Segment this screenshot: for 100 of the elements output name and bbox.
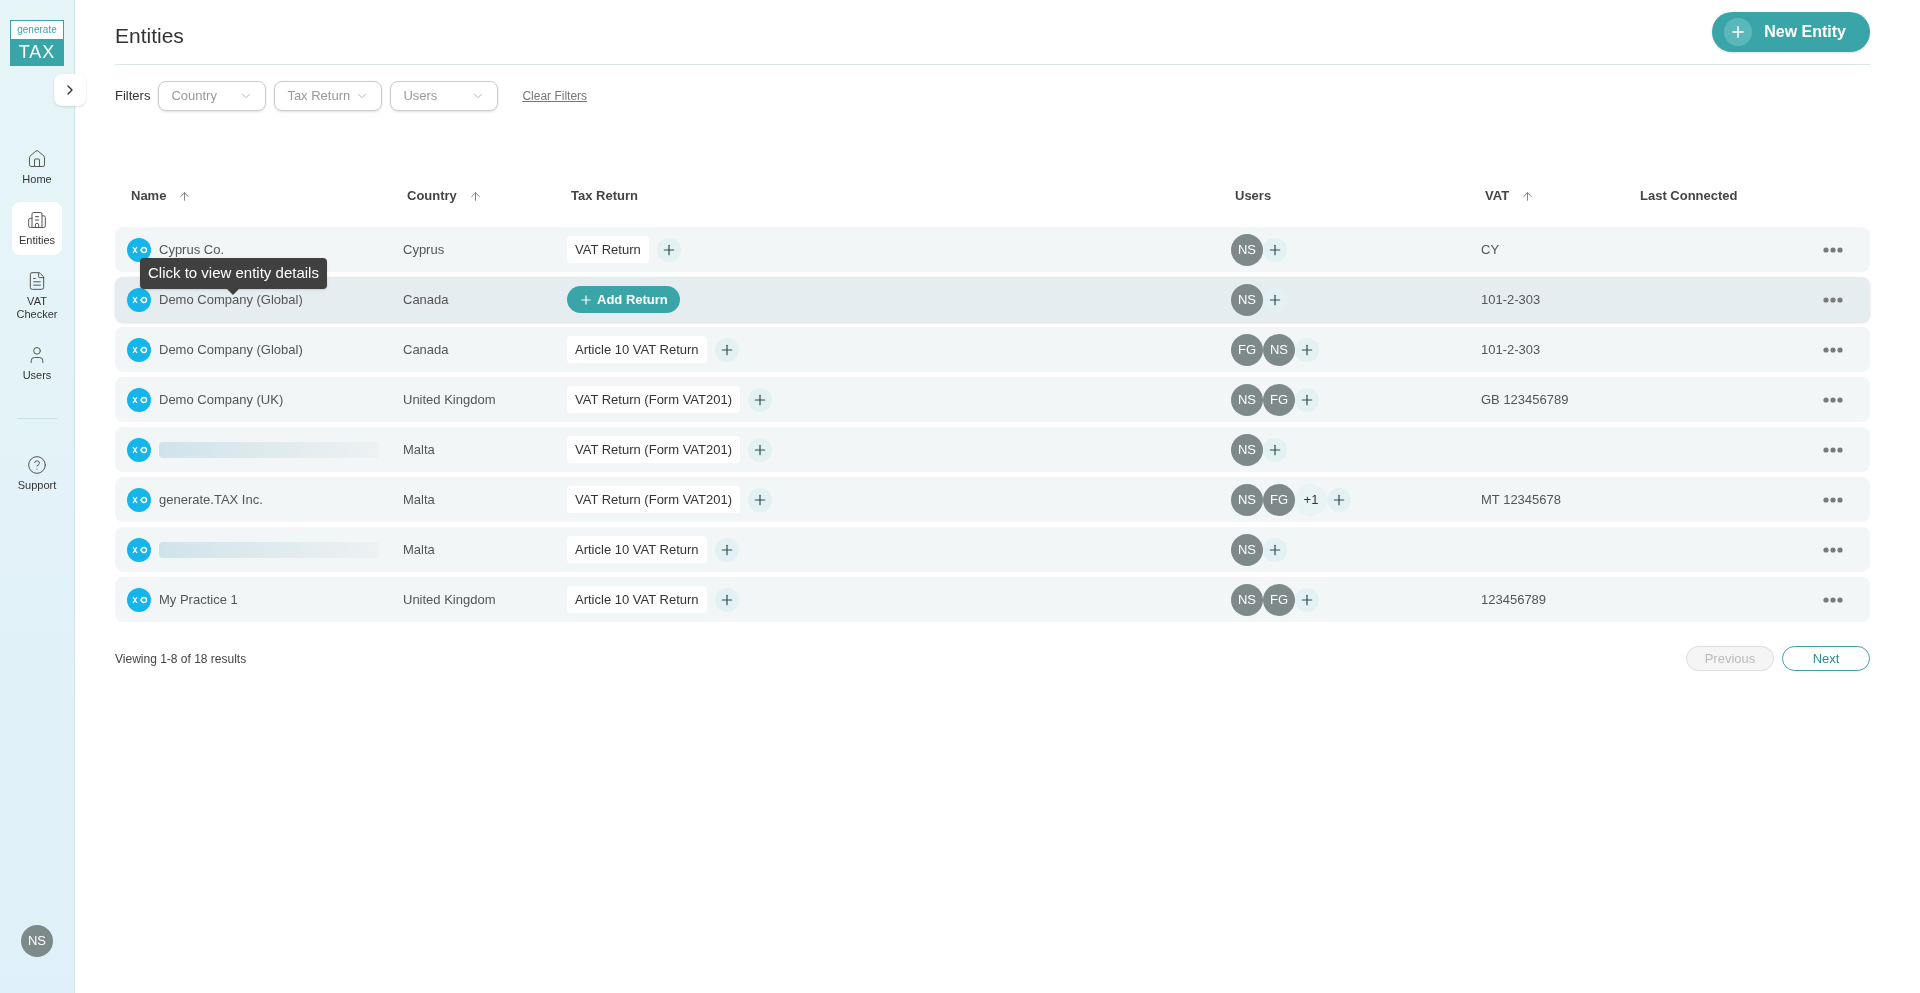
add-user-button[interactable] [1295,587,1319,612]
tax-return-tag[interactable]: VAT Return [567,235,649,264]
country-cell-text: United Kingdom [403,390,497,409]
tax-return-tag[interactable]: VAT Return (Form VAT201) [567,485,740,514]
ellipsis-icon [1823,246,1843,253]
table-row[interactable]: generate.TAX Inc. Malta VAT Return (Form VAT201) NS FG +1 MT 12345678 [115,477,1870,522]
user-avatar[interactable]: FG [1263,483,1295,516]
user-avatar[interactable]: FG [1263,383,1295,416]
user-avatar[interactable]: NS [21,925,53,957]
ellipsis-icon [1823,596,1843,603]
add-return-button[interactable] [714,587,739,612]
filters-label: Filters [115,87,151,106]
table-row[interactable]: My Practice 1 United Kingdom Article 10 VAT Return NS FG 123456789 [115,577,1870,622]
user-avatar[interactable]: NS [1263,333,1295,366]
user-avatar[interactable]: FG [1231,333,1263,366]
more-options-button[interactable] [1823,546,1843,553]
entity-name[interactable]: Demo Company (Global) [159,339,303,360]
add-user-button[interactable] [1263,287,1287,312]
add-user-button[interactable] [1295,387,1319,412]
add-user-button[interactable] [1263,537,1287,562]
column-header[interactable]: VAT [1485,186,1510,206]
user-avatar[interactable]: NS [1231,533,1263,566]
more-options-button[interactable] [1823,446,1843,453]
column-header[interactable]: Last Connected [1640,186,1738,206]
more-users-badge[interactable]: +1 [1295,483,1327,516]
more-options-button[interactable] [1823,296,1843,303]
entity-name[interactable]: Demo Company (UK) [159,389,284,410]
pagination-button[interactable]: Next [1782,646,1870,671]
xero-logo-icon [127,437,151,462]
tax-return-tag[interactable]: Article 10 VAT Return [567,585,707,614]
user-avatar[interactable]: NS [1231,483,1263,516]
sort-icon[interactable] [1521,189,1535,203]
country-cell-text: United Kingdom [403,590,497,609]
ellipsis-icon [1823,296,1843,303]
more-options-button[interactable] [1823,596,1843,603]
add-return-button[interactable] [748,387,772,412]
user-avatar[interactable]: NS [1231,583,1263,616]
add-return-button[interactable] [656,237,681,262]
add-user-button[interactable] [1263,237,1287,262]
sidebar-item[interactable]: VAT Checker [12,263,62,329]
user-avatar[interactable]: NS [1231,383,1263,416]
vat-cell-text: GB 123456789 [1481,390,1570,409]
expand-sidebar-button[interactable] [54,74,86,106]
more-options-button[interactable] [1823,396,1843,403]
vat-cell-text: 101-2-303 [1481,290,1542,309]
more-options-button[interactable] [1823,246,1843,253]
table-row[interactable]: Demo Company (UK) United Kingdom VAT Return (Form VAT201) NS FG GB 123456789 [115,377,1870,422]
xero-logo-icon [127,237,151,262]
add-return-button[interactable] [714,337,739,362]
plus-icon [1724,18,1753,46]
add-return-button[interactable] [714,537,739,562]
sidebar-item[interactable]: Home [12,141,62,194]
column-header[interactable]: Country [407,186,457,206]
sort-icon[interactable] [468,189,482,203]
add-return-button[interactable] [748,487,772,512]
xero-logo-icon [127,487,151,512]
add-user-button[interactable] [1327,487,1351,512]
entity-name[interactable]: My Practice 1 [159,589,238,610]
tax-return-tag[interactable]: Article 10 VAT Return [567,335,707,364]
tax-return-tag[interactable]: Article 10 VAT Return [567,535,707,564]
column-header[interactable]: Users [1235,186,1272,206]
entity-name[interactable]: Cyprus Co. [159,239,225,260]
help-icon [27,455,47,475]
more-options-button[interactable] [1823,346,1843,353]
country-cell-text: Canada [403,290,450,309]
column-header[interactable]: Name [131,186,167,206]
buildings-icon [27,210,47,230]
results-summary: Viewing 1-8 of 18 results [115,650,247,668]
xero-logo-icon [127,287,151,312]
tax-return-tag[interactable]: VAT Return (Form VAT201) [567,435,740,464]
add-return-button[interactable] [748,437,772,462]
user-avatar[interactable]: NS [1231,283,1263,316]
xero-logo-icon [127,587,151,612]
document-icon [27,271,47,291]
xero-logo-icon [127,337,151,362]
user-avatar[interactable]: NS [1231,233,1263,266]
xero-logo-icon [127,387,151,412]
table-row[interactable]: Demo Company (Global) Canada Article 10 VAT Return FG NS 101-2-303 [115,327,1870,372]
table-row[interactable]: Malta Article 10 VAT Return NS [115,527,1870,572]
logo-top-text: generate [17,23,57,37]
clear-filters-link[interactable]: Clear Filters [522,87,588,105]
vat-cell-text: 123456789 [1481,590,1548,609]
sidebar-item[interactable]: Entities [12,202,62,255]
add-user-button[interactable] [1263,437,1287,462]
country-cell-text: Malta [403,490,436,509]
user-avatar[interactable]: NS [1231,433,1263,466]
table-row[interactable]: Malta VAT Return (Form VAT201) NS [115,427,1870,472]
add-user-button[interactable] [1295,337,1319,362]
country-cell-text: Malta [403,540,436,559]
column-header[interactable]: Tax Return [571,186,638,206]
sort-icon[interactable] [178,189,192,203]
sidebar-item[interactable]: Users [12,337,62,390]
plus-icon [579,292,593,307]
user-avatar[interactable]: FG [1263,583,1295,616]
ellipsis-icon [1823,396,1843,403]
sidebar-item[interactable]: Support [12,447,62,500]
entity-name[interactable]: generate.TAX Inc. [159,489,263,510]
entity-name[interactable]: Demo Company (Global) [159,289,303,310]
tax-return-tag[interactable]: VAT Return (Form VAT201) [567,385,740,414]
more-options-button[interactable] [1823,496,1843,503]
